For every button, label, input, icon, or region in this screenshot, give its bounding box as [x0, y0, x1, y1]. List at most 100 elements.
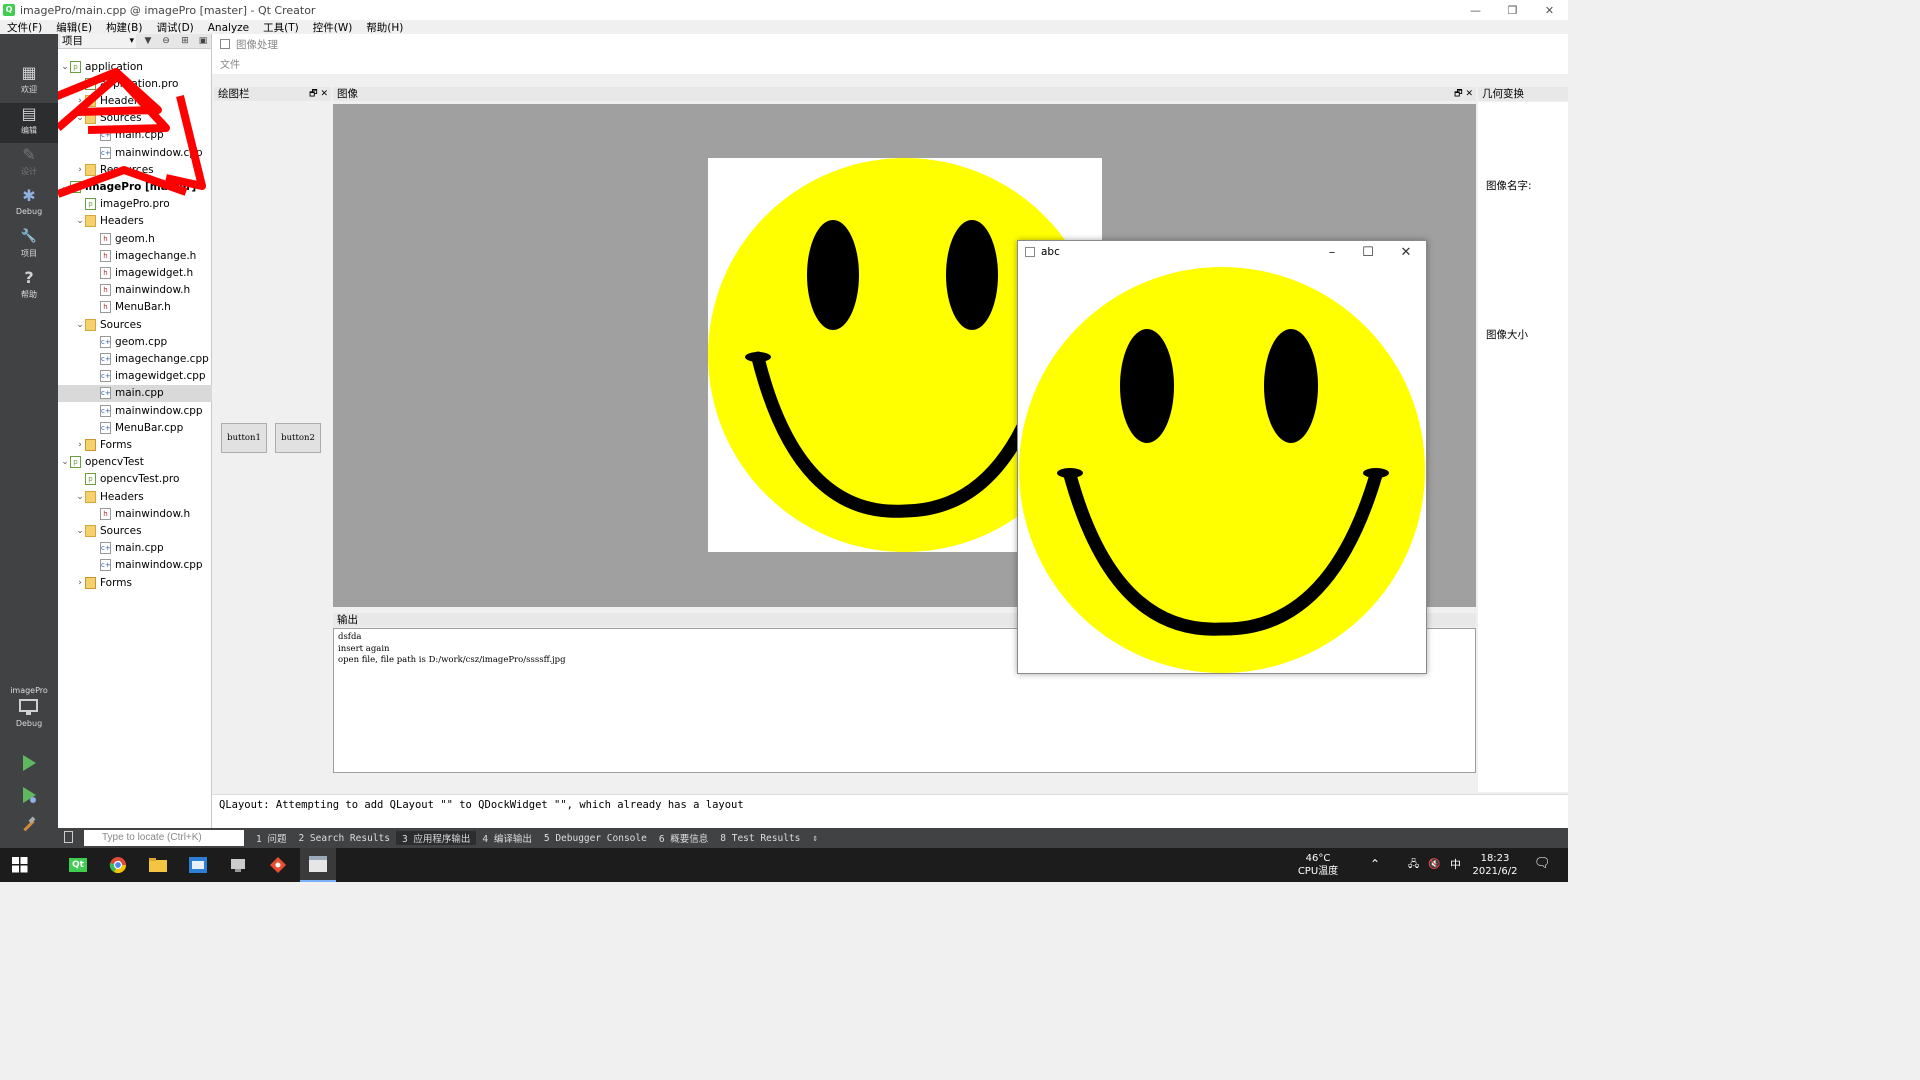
abc-minimize-button[interactable]: – [1314, 241, 1350, 263]
tree-item[interactable]: ⌄ p application [58, 58, 212, 75]
expand-arrow-icon[interactable]: ⌄ [75, 113, 85, 123]
tab-issues[interactable]: 1 问题 [250, 831, 292, 845]
locator-input[interactable]: Type to locate (Ctrl+K) [84, 830, 244, 846]
build-button[interactable] [18, 814, 40, 836]
kit-selector[interactable]: imagePro Debug [0, 686, 58, 728]
volume-muted-icon[interactable]: 🔇 [1428, 858, 1440, 871]
tab-general-messages[interactable]: 6 概要信息 [653, 831, 714, 845]
sidebar-toggle-icon[interactable] [64, 831, 73, 843]
dock-float-close-icons[interactable]: 🗗 ✕ [1454, 87, 1473, 101]
menu-file[interactable]: 文件(F) [0, 20, 49, 34]
tab-search-results[interactable]: 2 Search Results [292, 833, 396, 844]
menu-edit[interactable]: 编辑(E) [49, 20, 99, 34]
tree-item[interactable]: p imagePro.pro [58, 196, 212, 213]
tab-application-output[interactable]: 3 应用程序输出 [395, 831, 477, 845]
link-icon[interactable]: ⊖ [158, 34, 174, 48]
tree-item[interactable]: ⌄ Sources [58, 522, 212, 539]
tree-item[interactable]: c+ main.cpp [58, 127, 212, 144]
tree-item[interactable]: ⌄ Headers [58, 213, 212, 230]
app-menu-file[interactable]: 文件 [212, 54, 1568, 74]
tree-item[interactable]: ⌄ Sources [58, 316, 212, 333]
tree-item[interactable]: › Headers [58, 92, 212, 109]
expand-arrow-icon[interactable]: › [75, 96, 85, 106]
abc-title-bar[interactable]: abc – ☐ ✕ [1018, 241, 1426, 263]
expand-arrow-icon[interactable]: ⌄ [60, 62, 70, 72]
tree-item[interactable]: p application.pro [58, 75, 212, 92]
mode-debug[interactable]: ✱ Debug [0, 185, 58, 225]
notification-icon[interactable]: 🗨 [1534, 857, 1551, 870]
network-tray-icon[interactable]: 🖧 [1408, 858, 1419, 871]
tree-item[interactable]: h geom.h [58, 230, 212, 247]
expand-arrow-icon[interactable]: ⌄ [75, 492, 85, 502]
tree-item[interactable]: c+ geom.cpp [58, 333, 212, 350]
tree-item[interactable]: h mainwindow.h [58, 282, 212, 299]
mode-help[interactable]: ? 帮助 [0, 267, 58, 307]
file-explorer-icon[interactable] [144, 853, 172, 877]
tree-item[interactable]: c+ main.cpp [58, 540, 212, 557]
tree-item[interactable]: ⌄ Headers [58, 488, 212, 505]
menu-analyze[interactable]: Analyze [201, 20, 256, 34]
tab-debugger-console[interactable]: 5 Debugger Console [538, 833, 653, 844]
abc-maximize-button[interactable]: ☐ [1350, 241, 1386, 263]
tab-compile-output[interactable]: 4 编译输出 [476, 831, 537, 845]
tree-item[interactable]: › Resources [58, 161, 212, 178]
expand-arrow-icon[interactable]: ⌄ [75, 216, 85, 226]
view-selector[interactable]: 项目 [60, 34, 136, 48]
tree-item[interactable]: h MenuBar.h [58, 299, 212, 316]
tree-item[interactable]: › Forms [58, 436, 212, 453]
split-icon[interactable]: ⊞ [177, 34, 193, 48]
tree-item[interactable]: c+ mainwindow.cpp [58, 402, 212, 419]
mode-design[interactable]: ✎ 设计 [0, 144, 58, 184]
tree-item[interactable]: c+ mainwindow.cpp [58, 144, 212, 161]
tree-item[interactable]: c+ imagechange.cpp [58, 350, 212, 367]
tree-item[interactable]: c+ main.cpp [58, 384, 212, 402]
menu-debug[interactable]: 调试(D) [149, 20, 200, 34]
tree-item[interactable]: ⌄ Sources [58, 110, 212, 127]
tree-item[interactable]: h mainwindow.h [58, 505, 212, 522]
tree-item[interactable]: c+ MenuBar.cpp [58, 419, 212, 436]
ime-indicator[interactable]: 中 [1450, 858, 1461, 871]
app-window-taskbar-icon[interactable] [184, 853, 212, 877]
network-icon[interactable] [224, 853, 252, 877]
mode-projects[interactable]: 🔧 项目 [0, 226, 58, 266]
button1[interactable]: button1 [221, 423, 267, 453]
mode-edit[interactable]: ▤ 编辑 [0, 103, 58, 143]
run-button[interactable] [18, 752, 40, 774]
start-button[interactable] [6, 853, 34, 877]
tray-overflow-icon[interactable]: ⌃ [1370, 858, 1380, 871]
close-button[interactable]: ✕ [1531, 0, 1568, 20]
chrome-icon[interactable] [104, 853, 132, 877]
menu-widgets[interactable]: 控件(W) [306, 20, 360, 34]
restore-button[interactable]: ❐ [1494, 0, 1531, 20]
expand-arrow-icon[interactable]: ⌄ [75, 320, 85, 330]
menu-help[interactable]: 帮助(H) [359, 20, 410, 34]
more-tabs-icon[interactable]: ⇕ [806, 833, 824, 844]
image-app-taskbar-icon[interactable] [300, 848, 336, 882]
tree-item[interactable]: p opencvTest.pro [58, 471, 212, 488]
tree-item[interactable]: › Forms [58, 574, 212, 591]
expand-arrow-icon[interactable]: ⌄ [60, 457, 70, 467]
tree-item[interactable]: ⌄ p opencvTest [58, 454, 212, 471]
expand-arrow-icon[interactable]: › [75, 440, 85, 450]
expand-arrow-icon[interactable]: ⌄ [75, 526, 85, 536]
menu-tools[interactable]: 工具(T) [256, 20, 306, 34]
button2[interactable]: button2 [275, 423, 321, 453]
clock[interactable]: 18:23 2021/6/2 [1470, 852, 1520, 878]
expand-arrow-icon[interactable]: › [75, 578, 85, 588]
qt-taskbar-icon[interactable]: Qt [64, 853, 92, 877]
abc-close-button[interactable]: ✕ [1388, 241, 1424, 263]
dock-float-close-icons[interactable]: 🗗 ✕ [309, 87, 328, 101]
menu-build[interactable]: 构建(B) [99, 20, 149, 34]
tree-item[interactable]: c+ imagewidget.cpp [58, 368, 212, 385]
tree-item[interactable]: h imagewidget.h [58, 264, 212, 281]
filter-icon[interactable]: ▼ [140, 34, 156, 48]
close-pane-icon[interactable]: ▣ [195, 34, 211, 48]
mode-welcome[interactable]: ▦ 欢迎 [0, 62, 58, 102]
git-icon[interactable] [264, 853, 292, 877]
minimize-button[interactable]: — [1457, 0, 1494, 20]
tree-item[interactable]: c+ mainwindow.cpp [58, 557, 212, 574]
tree-item[interactable]: ⌄ p imagePro [master] [58, 178, 212, 195]
expand-arrow-icon[interactable]: › [75, 165, 85, 175]
tree-item[interactable]: h imagechange.h [58, 247, 212, 264]
expand-arrow-icon[interactable]: ⌄ [60, 182, 70, 192]
